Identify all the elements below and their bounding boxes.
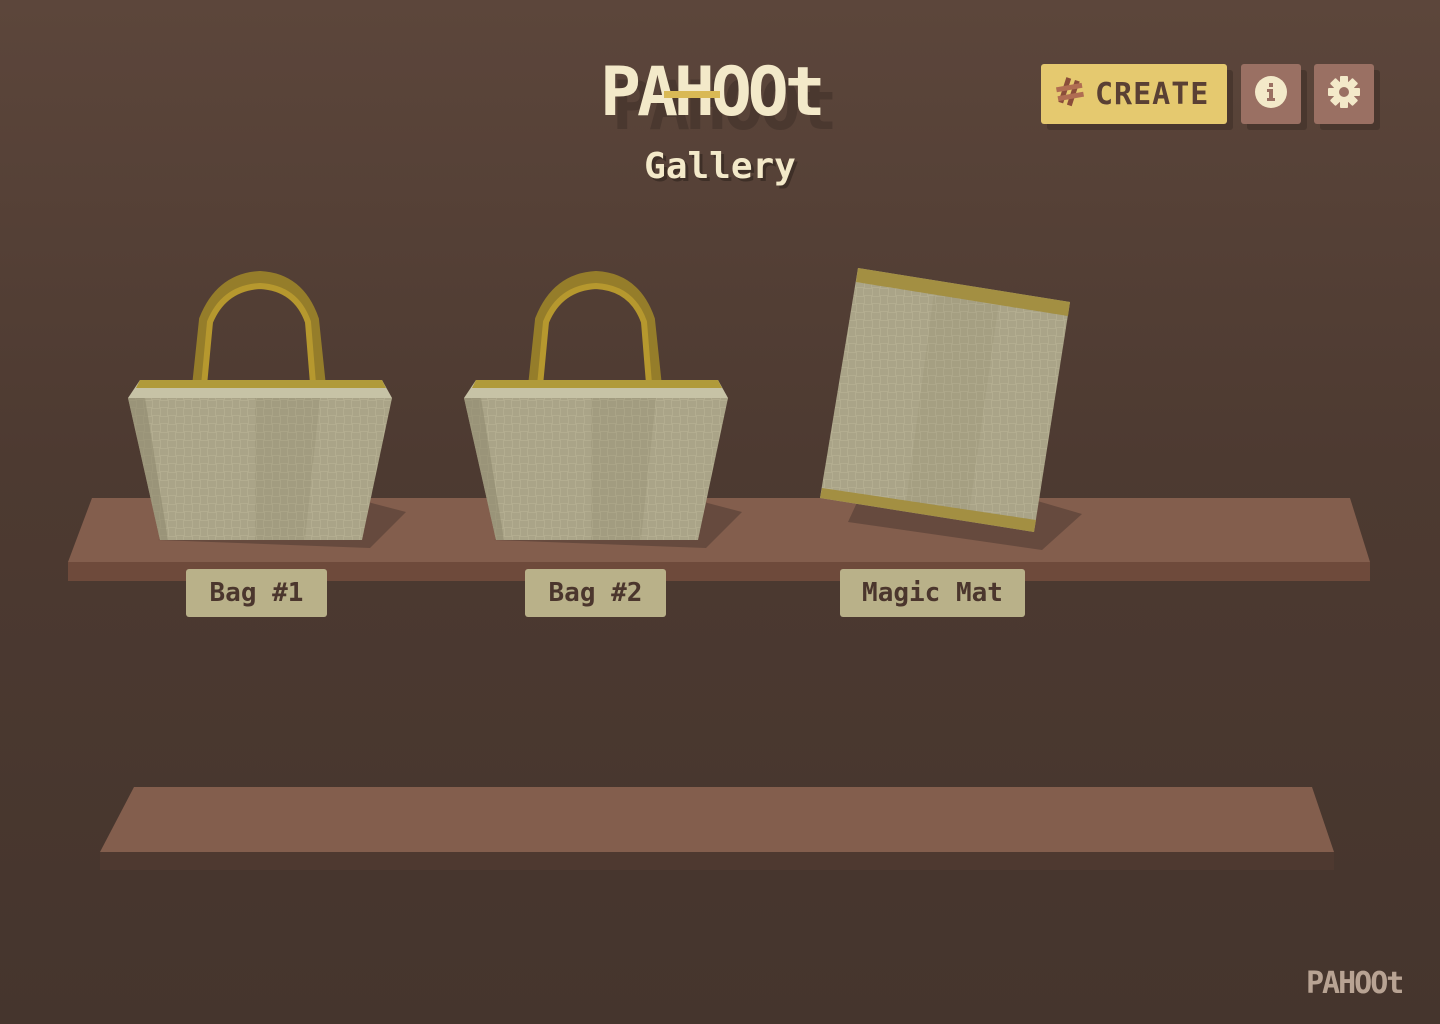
footer-logo: PAHOOt <box>1306 966 1404 1001</box>
gallery-item-label[interactable]: Bag #1 <box>186 569 327 617</box>
bag-item[interactable] <box>128 270 406 548</box>
mat-item[interactable] <box>820 268 1082 550</box>
gallery-item-label[interactable]: Magic Mat <box>840 569 1025 617</box>
shelf-bottom <box>100 787 1334 870</box>
bag-item[interactable] <box>464 270 742 548</box>
gallery-item-label[interactable]: Bag #2 <box>525 569 666 617</box>
gallery-scene <box>68 268 1370 870</box>
